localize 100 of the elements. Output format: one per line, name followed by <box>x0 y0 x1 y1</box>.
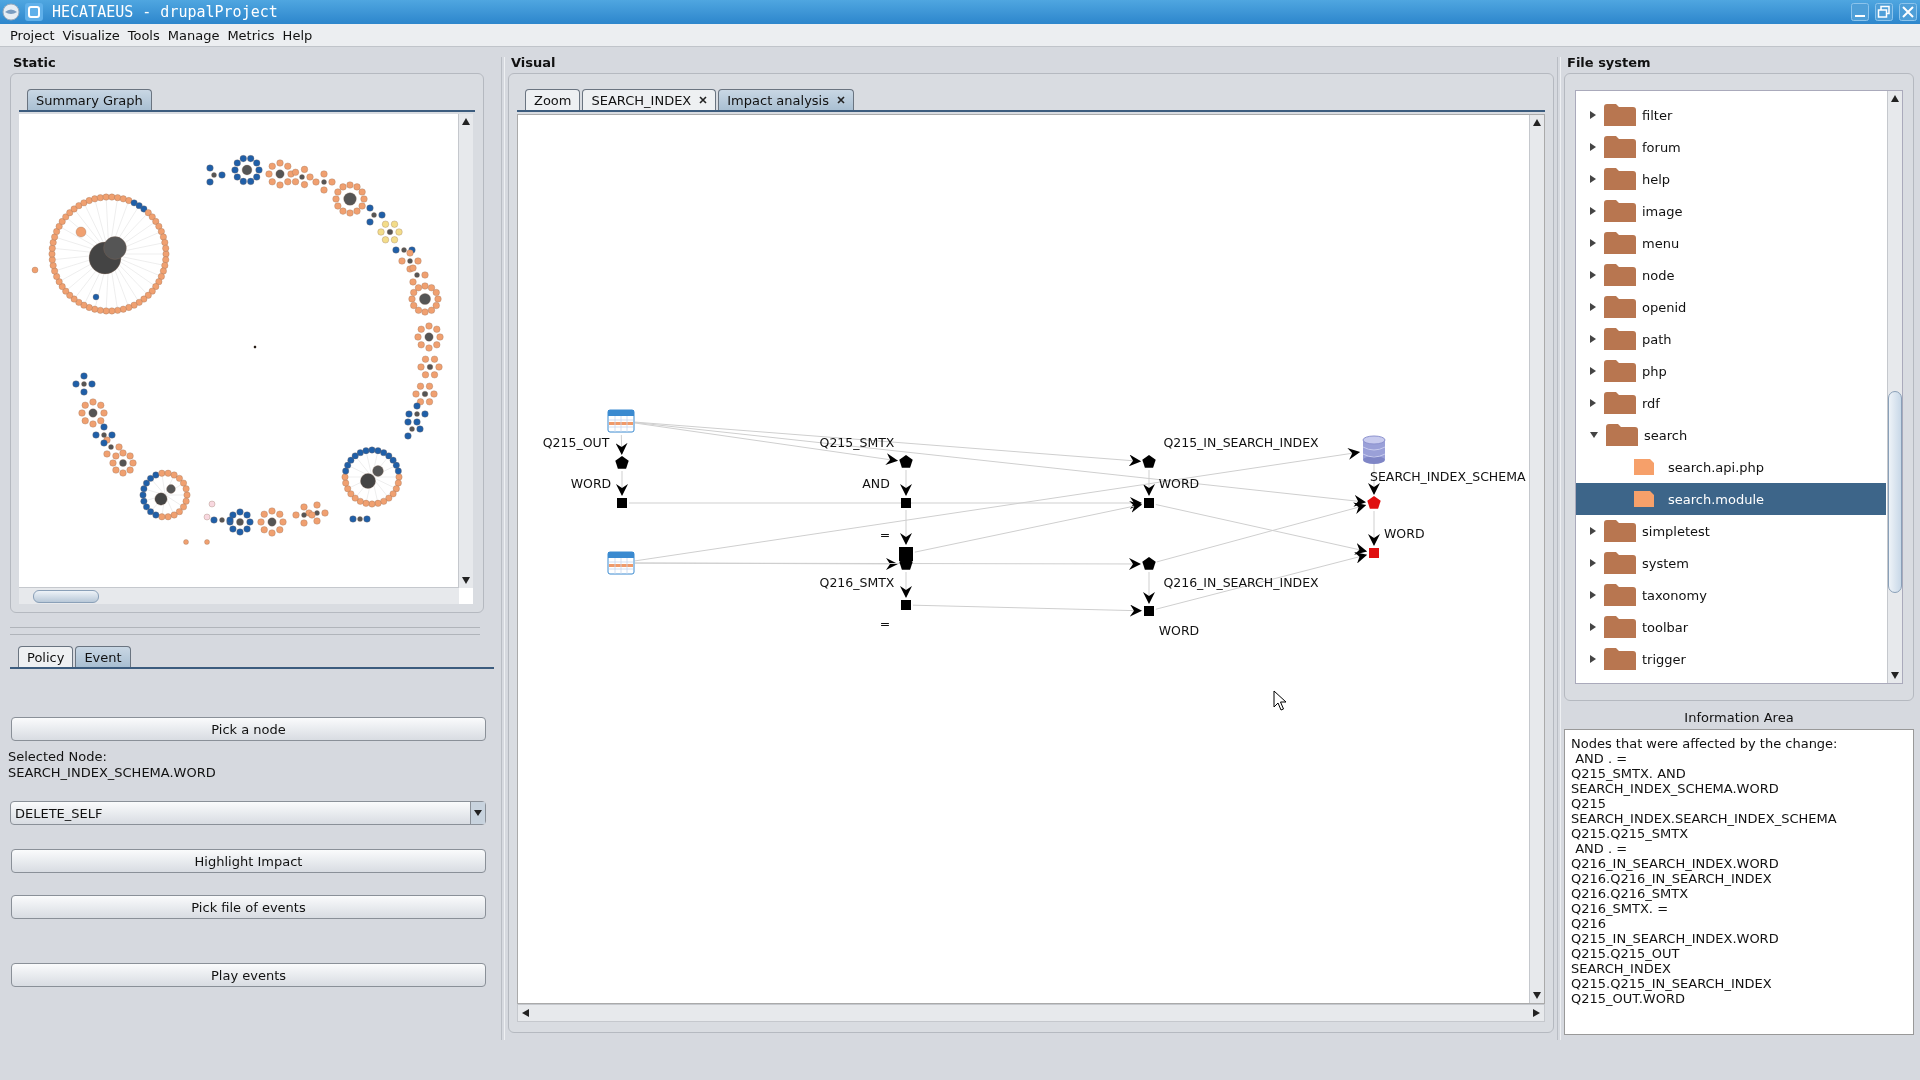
expand-arrow-icon[interactable] <box>1590 239 1596 247</box>
expand-arrow-icon[interactable] <box>1590 367 1596 375</box>
tree-item[interactable]: search <box>1576 419 1886 451</box>
attribute-node[interactable] <box>901 600 911 610</box>
splitter-handle[interactable] <box>10 627 480 635</box>
menu-title[interactable]: Metrics <box>227 27 275 43</box>
folder-icon <box>1604 616 1636 638</box>
expand-arrow-icon[interactable] <box>1590 559 1596 567</box>
tree-item[interactable]: openid <box>1576 291 1886 323</box>
scroll-thumb[interactable] <box>1888 391 1902 593</box>
horizontal-scrollbar[interactable] <box>19 587 459 604</box>
tree-item[interactable]: taxonomy <box>1576 579 1886 611</box>
expand-arrow-icon[interactable] <box>1590 527 1596 535</box>
expand-arrow-icon[interactable] <box>1590 207 1596 215</box>
expand-arrow-icon[interactable] <box>1590 623 1596 631</box>
tree-item[interactable]: forum <box>1576 131 1886 163</box>
expand-arrow-icon[interactable] <box>1590 271 1596 279</box>
node-label: Q216_SMTX <box>819 575 895 590</box>
expand-arrow-icon[interactable] <box>1590 335 1596 343</box>
mouse-pointer-icon <box>1273 690 1287 711</box>
tree-item[interactable]: php <box>1576 355 1886 387</box>
tab[interactable]: Summary Graph <box>27 89 152 110</box>
scroll-right-icon[interactable] <box>1533 1009 1540 1017</box>
relation-node[interactable] <box>899 455 913 468</box>
tree-item[interactable]: rdf <box>1576 387 1886 419</box>
action-button[interactable]: Pick file of events <box>11 895 486 919</box>
attribute-node[interactable] <box>1369 548 1379 558</box>
menu-title[interactable]: Tools <box>127 27 160 43</box>
tab[interactable]: SEARCH_INDEX <box>582 89 717 110</box>
vertical-scrollbar[interactable] <box>1529 115 1544 1003</box>
tree-item[interactable]: system <box>1576 547 1886 579</box>
maximize-icon[interactable] <box>1875 3 1893 21</box>
condition-node[interactable] <box>899 547 913 561</box>
table-node-icon[interactable] <box>607 551 635 575</box>
scroll-left-icon[interactable] <box>522 1009 529 1017</box>
attribute-node[interactable] <box>1144 498 1154 508</box>
attribute-node[interactable] <box>901 498 911 508</box>
menu-title[interactable]: Manage <box>167 27 220 43</box>
scroll-up-icon[interactable] <box>1891 95 1899 102</box>
info-line: Q215.Q215_SMTX <box>1571 826 1690 841</box>
action-button[interactable]: Play events <box>11 963 486 987</box>
tree-item[interactable]: path <box>1576 323 1886 355</box>
action-button[interactable]: Pick a node <box>11 717 486 741</box>
tree-item[interactable]: search.api.php <box>1576 451 1886 483</box>
expand-arrow-icon[interactable] <box>1590 143 1596 151</box>
tab[interactable]: Policy <box>18 646 74 667</box>
expand-arrow-icon[interactable] <box>1590 399 1596 407</box>
menu-title[interactable]: Project <box>10 27 55 43</box>
expand-arrow-icon[interactable] <box>1590 432 1598 438</box>
scroll-thumb[interactable] <box>33 590 99 603</box>
relation-node[interactable] <box>1142 557 1156 570</box>
close-icon[interactable] <box>699 96 708 104</box>
info-line: Q216 <box>1571 916 1608 931</box>
scroll-down-icon[interactable] <box>1891 672 1899 679</box>
tab[interactable]: Event <box>75 646 131 667</box>
expand-arrow-icon[interactable] <box>1590 111 1596 119</box>
event-dropdown[interactable]: DELETE_SELF <box>10 801 486 825</box>
scroll-up-icon[interactable] <box>462 118 470 125</box>
scroll-up-icon[interactable] <box>1533 119 1541 126</box>
relation-node[interactable] <box>1367 496 1381 509</box>
tree-item[interactable]: trigger <box>1576 643 1886 675</box>
menu-title[interactable]: Visualize <box>62 27 120 43</box>
tab[interactable]: Impact analysis <box>718 89 854 110</box>
expand-arrow-icon[interactable] <box>1590 175 1596 183</box>
relation-node[interactable] <box>1142 455 1156 468</box>
tab[interactable]: Zoom <box>525 89 581 110</box>
info-line: Q216.Q216_IN_SEARCH_INDEX <box>1571 871 1773 886</box>
tree-item[interactable]: toolbar <box>1576 611 1886 643</box>
tree-item[interactable]: menu <box>1576 227 1886 259</box>
window-menu-icon[interactable] <box>24 2 44 22</box>
minimize-icon[interactable] <box>1851 3 1869 21</box>
relation-node[interactable] <box>615 456 629 469</box>
horizontal-scrollbar[interactable] <box>517 1004 1545 1022</box>
close-icon[interactable] <box>837 96 845 104</box>
expand-arrow-icon[interactable] <box>1590 303 1596 311</box>
vertical-scrollbar[interactable] <box>458 114 473 588</box>
folder-icon <box>1604 392 1636 414</box>
tree-item[interactable]: search.module <box>1576 483 1886 515</box>
attribute-node[interactable] <box>617 498 627 508</box>
info-line: Q215.Q215_OUT <box>1571 946 1681 961</box>
info-line: Q216_IN_SEARCH_INDEX.WORD <box>1571 856 1780 871</box>
folder-icon <box>1604 200 1636 222</box>
vertical-scrollbar[interactable] <box>1887 91 1902 683</box>
tree-item[interactable]: filter <box>1576 99 1886 131</box>
menu-title[interactable]: Help <box>282 27 313 43</box>
table-node-icon[interactable] <box>607 409 635 433</box>
action-button[interactable]: Highlight Impact <box>11 849 486 873</box>
tree-item[interactable]: node <box>1576 259 1886 291</box>
info-line: SEARCH_INDEX.SEARCH_INDEX_SCHEMA <box>1571 811 1838 826</box>
tree-item[interactable]: image <box>1576 195 1886 227</box>
tree-item[interactable]: help <box>1576 163 1886 195</box>
folder-icon <box>1604 264 1636 286</box>
panel-title: Visual <box>510 54 557 72</box>
database-node-icon[interactable] <box>1362 435 1386 464</box>
attribute-node[interactable] <box>1144 606 1154 616</box>
tree-item[interactable]: simpletest <box>1576 515 1886 547</box>
expand-arrow-icon[interactable] <box>1590 591 1596 599</box>
expand-arrow-icon[interactable] <box>1590 655 1596 663</box>
node-label: = <box>879 616 891 631</box>
globe-icon <box>2 3 20 21</box>
